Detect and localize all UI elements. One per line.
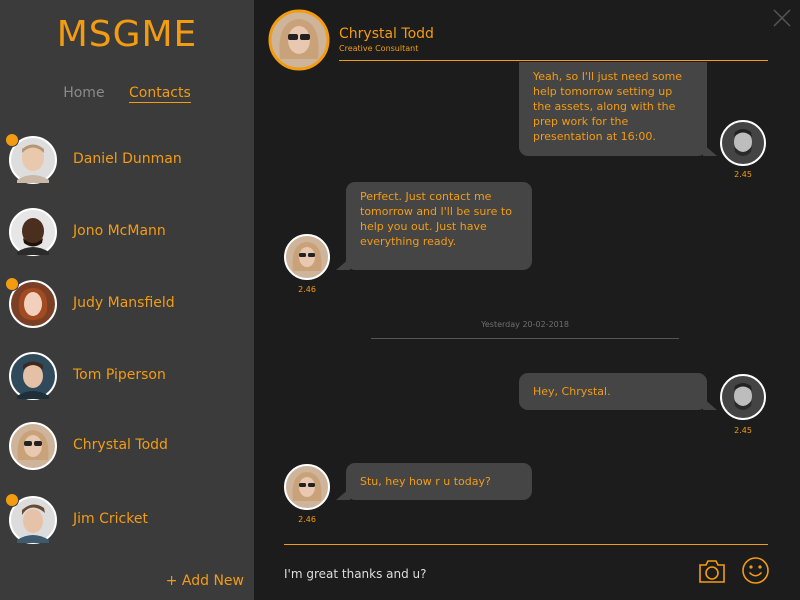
message-text: Hey, Chrystal. <box>533 385 611 398</box>
message-bubble-incoming: Perfect. Just contact me tomorrow and I'… <box>336 182 532 270</box>
app-logo: MSGME <box>56 14 198 55</box>
message-time: 2.46 <box>298 285 316 294</box>
nav-contacts[interactable]: Contacts <box>129 85 191 103</box>
header-divider <box>339 60 768 61</box>
chat-contact-avatar <box>268 9 330 71</box>
message-bubble-incoming: Stu, hey how r u today? <box>336 463 532 500</box>
message-time: 2.45 <box>734 426 752 435</box>
message-text: Yeah, so I'll just need some help tomorr… <box>533 70 683 143</box>
chat-panel: Chrystal Todd Creative Consultant Yeah, … <box>254 0 800 600</box>
contact-item-jim-cricket[interactable]: Jim Cricket <box>0 493 254 556</box>
avatar <box>9 352 57 400</box>
unread-indicator <box>5 493 19 507</box>
contact-item-chrystal-todd[interactable]: Chrystal Todd <box>0 422 254 482</box>
contact-name: Tom Piperson <box>73 367 166 383</box>
message-time: 2.46 <box>298 515 316 524</box>
message-input[interactable] <box>284 560 684 588</box>
nav-home[interactable]: Home <box>63 85 104 102</box>
avatar <box>9 422 57 470</box>
contact-item-judy-mansfield[interactable]: Judy Mansfield <box>0 277 254 340</box>
contact-name: Jono McMann <box>73 223 166 239</box>
nav-tabs: Home Contacts <box>0 85 254 103</box>
chat-contact-name: Chrystal Todd <box>339 26 434 42</box>
avatar <box>720 120 766 166</box>
contact-name: Jim Cricket <box>73 511 148 527</box>
avatar <box>720 374 766 420</box>
smiley-icon[interactable] <box>741 556 770 585</box>
message-time: 2.45 <box>734 170 752 179</box>
contact-name: Judy Mansfield <box>73 295 175 311</box>
compose-divider <box>284 544 768 545</box>
avatar <box>284 464 330 510</box>
contact-item-tom-piperson[interactable]: Tom Piperson <box>0 352 254 412</box>
avatar <box>9 208 57 256</box>
unread-indicator <box>5 133 19 147</box>
date-separator: Yesterday 20-02-2018 <box>481 320 569 329</box>
message-bubble-outgoing: Hey, Chrystal. <box>519 373 717 410</box>
avatar <box>284 234 330 280</box>
close-icon[interactable] <box>770 6 794 30</box>
message-bubble-outgoing: Yeah, so I'll just need some help tomorr… <box>519 62 717 156</box>
camera-icon[interactable] <box>697 556 727 586</box>
add-new-contact-button[interactable]: + Add New <box>166 573 244 589</box>
unread-indicator <box>5 277 19 291</box>
contact-item-jono-mcmann[interactable]: Jono McMann <box>0 208 254 268</box>
contacts-sidebar: MSGME Home Contacts Daniel Dunman Jono M… <box>0 0 254 600</box>
contact-name: Daniel Dunman <box>73 151 182 167</box>
message-text: Perfect. Just contact me tomorrow and I'… <box>360 190 512 248</box>
date-divider <box>371 338 679 339</box>
message-text: Stu, hey how r u today? <box>360 475 491 488</box>
contact-name: Chrystal Todd <box>73 437 168 453</box>
chat-contact-role: Creative Consultant <box>339 44 419 53</box>
contact-item-daniel-dunman[interactable]: Daniel Dunman <box>0 133 254 196</box>
